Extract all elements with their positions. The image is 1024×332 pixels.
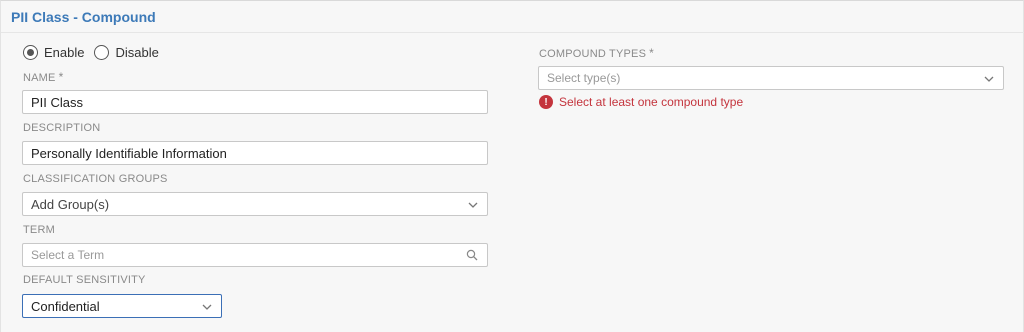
chevron-down-icon [468, 202, 478, 208]
term-placeholder: Select a Term [31, 248, 105, 262]
enable-label: Enable [44, 44, 85, 60]
required-asterisk: * [58, 70, 64, 84]
pii-class-panel: PII Class - Compound Enable Disable NAME… [0, 0, 1024, 332]
error-icon: ! [539, 95, 553, 109]
compound-types-placeholder: Select type(s) [547, 71, 621, 85]
description-field[interactable]: Personally Identifiable Information [22, 141, 488, 165]
chevron-down-icon [202, 304, 212, 310]
radio-checked-icon [23, 44, 38, 60]
title-divider [1, 32, 1024, 33]
name-label: NAME * [23, 70, 64, 84]
default-sensitivity-label: DEFAULT SENSITIVITY [23, 274, 146, 286]
classification-groups-value: Add Group(s) [31, 196, 110, 212]
default-sensitivity-value: Confidential [31, 298, 100, 314]
classification-groups-select[interactable]: Add Group(s) [22, 192, 488, 216]
chevron-down-icon [984, 76, 994, 82]
default-sensitivity-select[interactable]: Confidential [22, 294, 222, 318]
status-radio-group: Enable Disable [23, 44, 169, 60]
description-value: Personally Identifiable Information [31, 145, 227, 161]
term-label: TERM [23, 224, 55, 236]
disable-label: Disable [115, 44, 159, 60]
compound-types-error: ! Select at least one compound type [539, 95, 743, 109]
classification-groups-label: CLASSIFICATION GROUPS [23, 173, 168, 185]
term-search-input[interactable]: Select a Term [22, 243, 488, 267]
compound-types-label: COMPOUND TYPES * [539, 46, 654, 60]
description-label: DESCRIPTION [23, 122, 101, 134]
error-message: Select at least one compound type [559, 95, 744, 109]
search-icon [466, 249, 478, 261]
compound-types-select[interactable]: Select type(s) [538, 66, 1004, 90]
panel-title: PII Class - Compound [11, 9, 156, 25]
enable-radio[interactable]: Enable [23, 44, 85, 60]
name-field[interactable]: PII Class [22, 90, 488, 114]
required-asterisk: * [649, 46, 654, 60]
radio-unchecked-icon [94, 44, 110, 60]
name-value: PII Class [31, 94, 84, 110]
disable-radio[interactable]: Disable [94, 44, 159, 60]
